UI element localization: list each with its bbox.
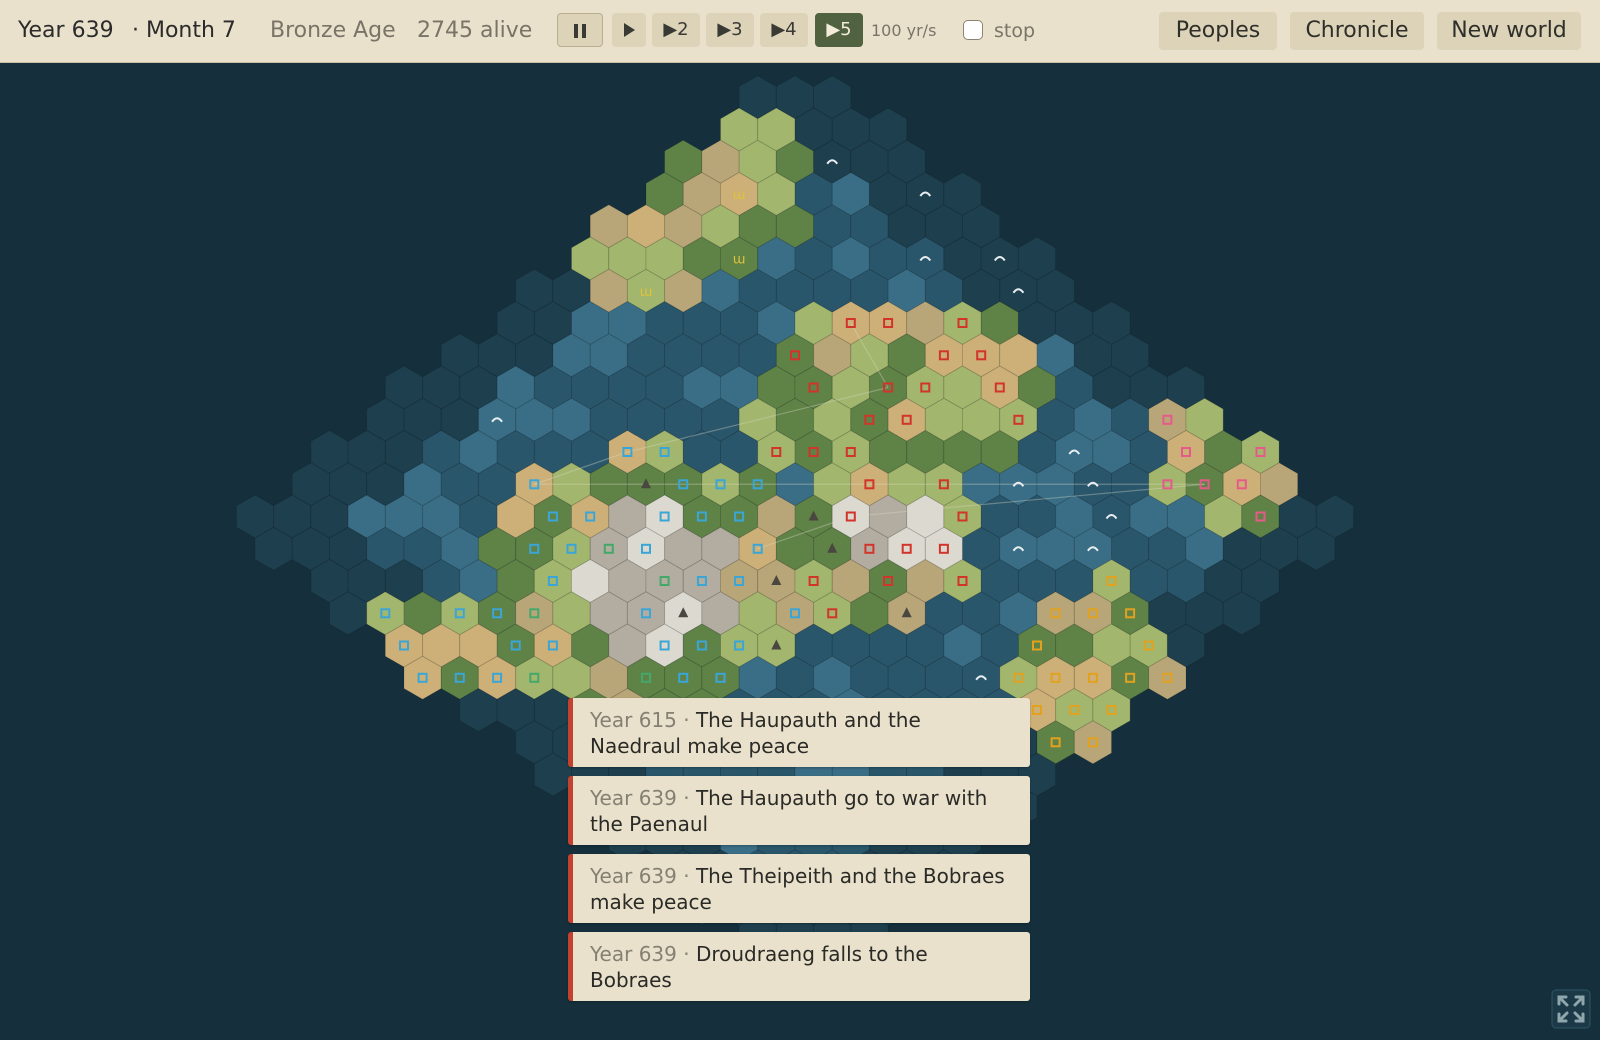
event-year: Year 639: [590, 786, 677, 810]
stop-label: stop: [994, 20, 1036, 42]
pause-button[interactable]: [557, 13, 603, 47]
month-readout: · Month 7: [132, 18, 236, 43]
event-card: Year 639 · Droudraeng falls to the Bobra…: [568, 932, 1030, 1001]
play-icon: [624, 23, 635, 37]
age-label: Bronze Age: [270, 18, 396, 43]
event-card: Year 615 · The Haupauth and the Naedraul…: [568, 698, 1030, 767]
play-button[interactable]: [612, 13, 646, 47]
new-world-button[interactable]: New world: [1437, 12, 1581, 50]
event-year: Year 639: [590, 864, 677, 888]
expand-icon: [1551, 989, 1591, 1029]
rate-readout: 100 yr/s: [871, 21, 937, 40]
wheat-icon: ɯ: [733, 253, 746, 268]
wheat-icon: ɯ: [640, 285, 653, 300]
population-count: 2745 alive: [417, 18, 533, 43]
speed-2-button[interactable]: ▶2: [652, 13, 700, 47]
event-card: Year 639 · The Haupauth go to war with t…: [568, 776, 1030, 845]
pause-icon: [574, 24, 586, 38]
event-year: Year 639: [590, 942, 677, 966]
event-card: Year 639 · The Theipeith and the Bobraes…: [568, 854, 1030, 923]
fullscreen-button[interactable]: [1551, 989, 1591, 1029]
chronicle-button[interactable]: Chronicle: [1290, 12, 1424, 50]
speed-5-button[interactable]: ▶5: [815, 13, 863, 47]
peoples-button[interactable]: Peoples: [1159, 12, 1277, 50]
stop-checkbox[interactable]: [963, 20, 983, 40]
top-bar: Year 639 · Month 7 Bronze Age 2745 alive…: [0, 0, 1600, 63]
event-year: Year 615: [590, 708, 677, 732]
speed-3-button[interactable]: ▶3: [706, 13, 754, 47]
year-readout: Year 639: [18, 18, 114, 43]
wheat-icon: ɯ: [733, 188, 746, 203]
speed-4-button[interactable]: ▶4: [760, 13, 808, 47]
